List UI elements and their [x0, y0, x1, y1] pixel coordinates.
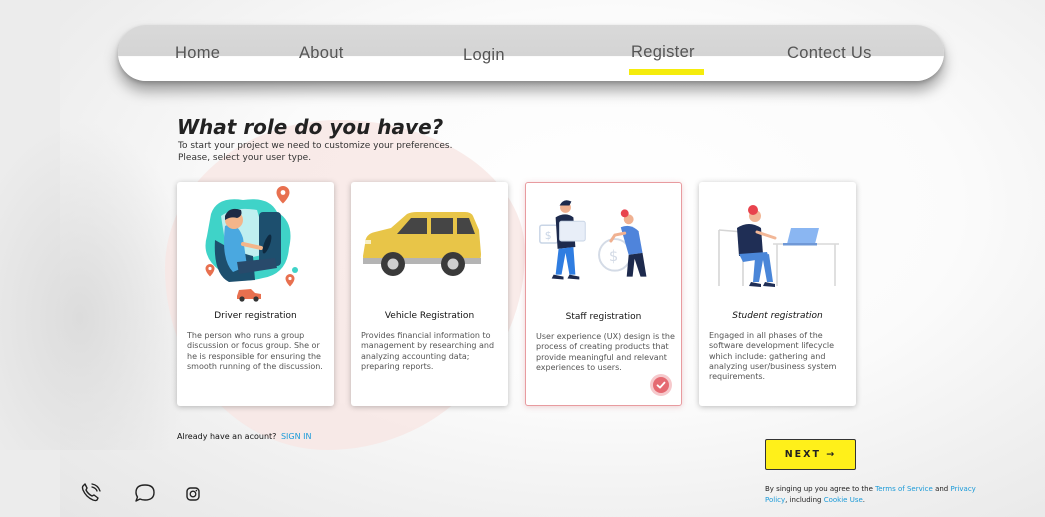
legal-prefix: By singing up you agree to the	[765, 485, 873, 493]
card-description: The person who runs a group discussion o…	[187, 331, 323, 371]
signin-prompt: Already have an acount? SIGN IN	[177, 432, 311, 441]
selected-check-icon	[653, 377, 669, 393]
card-title: Student registration	[732, 311, 823, 321]
card-description: User experience (UX) design is the proce…	[536, 332, 675, 372]
checkmark-icon	[656, 381, 666, 389]
page-title: What role do you have?	[177, 115, 444, 139]
card-title: Vehicle Registration	[384, 311, 475, 321]
card-description: Provides financial information to manage…	[361, 331, 495, 371]
card-title: Driver registration	[214, 311, 297, 321]
top-nav: Home About Login Register Contect Us	[118, 25, 944, 81]
phone-icon[interactable]	[80, 483, 102, 507]
cookie-link[interactable]: Cookie Use	[824, 496, 863, 504]
role-card-driver[interactable]: Driver registration The person who runs …	[177, 182, 334, 406]
next-button[interactable]: NEXT →	[765, 439, 856, 470]
nav-contact[interactable]: Contect Us	[787, 44, 872, 63]
driver-illustration-icon	[205, 186, 298, 302]
nav-about[interactable]: About	[299, 44, 344, 63]
card-description: Engaged in all phases of the software de…	[709, 331, 837, 382]
nav-login[interactable]: Login	[463, 46, 505, 65]
legal-including: , including	[785, 495, 822, 504]
staff-illustration-icon: $ $	[539, 200, 647, 280]
card-title: Staff registration	[565, 312, 642, 322]
legal-suffix: .	[862, 495, 866, 504]
student-illustration-icon	[718, 205, 839, 287]
legal-and: and	[935, 485, 949, 493]
chat-icon[interactable]	[134, 483, 156, 507]
svg-text:$: $	[609, 248, 618, 265]
terms-link[interactable]: Terms of Service	[875, 485, 933, 493]
signin-prompt-text: Already have an acount?	[177, 432, 277, 441]
instagram-icon[interactable]	[186, 486, 200, 505]
nav-home[interactable]: Home	[175, 44, 220, 63]
signin-link[interactable]: SIGN IN	[281, 432, 312, 441]
nav-register[interactable]: Register	[631, 43, 695, 62]
nav-active-indicator	[629, 69, 704, 75]
legal-notice: By singing up you agree to the Terms of …	[765, 484, 985, 505]
subtitle-line-2: Please, select your user type.	[178, 153, 312, 163]
role-card-student[interactable]: Student registration Engaged in all phas…	[699, 182, 856, 406]
role-card-vehicle[interactable]: Vehicle Registration Provides financial …	[351, 182, 508, 406]
car-illustration-icon	[363, 212, 481, 276]
role-card-staff[interactable]: $ $ Staff registration User experience (…	[525, 182, 682, 406]
svg-text:$: $	[545, 229, 552, 242]
page-subtitle: To start your project we need to customi…	[178, 140, 498, 164]
subtitle-line-1: To start your project we need to customi…	[178, 141, 453, 151]
